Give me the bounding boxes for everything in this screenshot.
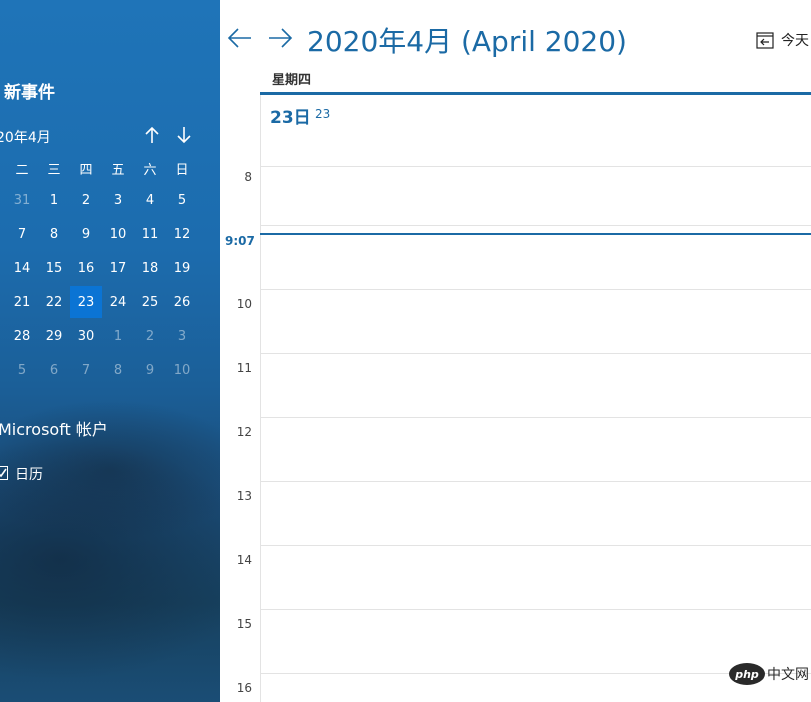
day-cell[interactable]: 10 [102,218,134,250]
day-cell[interactable]: 10 [166,354,198,386]
calendar-checkbox[interactable] [0,466,8,480]
day-cell[interactable]: 9 [134,354,166,386]
day-column-weekday: 星期四 [272,73,312,88]
day-cell[interactable]: 11 [134,218,166,250]
hour-divider [260,609,811,610]
day-cell[interactable]: 1 [38,184,70,216]
today-button-label: 今天 [781,33,809,49]
weekday-label: 日 [175,162,189,178]
calendar-today-icon [756,32,774,49]
current-time-indicator [260,233,811,235]
next-month-button[interactable] [173,124,195,146]
week-row: 14 15 16 17 18 19 [0,252,220,286]
day-cell[interactable]: 5 [166,184,198,216]
day-cell[interactable]: 31 [6,184,38,216]
day-cell[interactable]: 30 [70,320,102,352]
weekday-label: 六 [143,162,157,178]
day-cell[interactable]: 16 [70,252,102,284]
calendar-label[interactable]: 日历 [15,464,43,484]
hour-label: 11 [236,361,252,375]
hour-label: 10 [236,297,252,311]
day-cell[interactable]: 25 [134,286,166,318]
sidebar: 新事件 20年4月 二 三 四 五 六 日 31 1 2 3 4 5 7 8 9… [0,0,220,702]
mini-calendar-month-label[interactable]: 20年4月 [0,127,51,147]
day-cell[interactable]: 8 [38,218,70,250]
checkmark-icon [0,468,7,478]
hour-divider [260,353,811,354]
watermark-left-text: php [734,668,759,681]
day-cell[interactable]: 19 [166,252,198,284]
current-time-label: 9:07 [225,234,255,248]
day-cell[interactable]: 26 [166,286,198,318]
day-cell[interactable]: 3 [166,320,198,352]
day-cell[interactable]: 24 [102,286,134,318]
day-cell[interactable]: 21 [6,286,38,318]
page-title: 2020年4月 (April 2020) [307,25,627,58]
previous-month-button[interactable] [141,124,163,146]
day-cell[interactable]: 22 [38,286,70,318]
arrow-left-icon [227,28,251,48]
week-row: 5 6 7 8 9 10 [0,354,220,388]
arrow-right-icon [269,28,293,48]
day-cell[interactable]: 2 [70,184,102,216]
hour-label: 16 [236,681,252,695]
day-cell[interactable]: 4 [134,184,166,216]
hour-label: 13 [236,489,252,503]
day-cell-today[interactable]: 23 [70,286,102,318]
hour-divider [260,481,811,482]
day-cell[interactable]: 6 [38,354,70,386]
week-row: 7 8 9 10 11 12 [0,218,220,252]
next-button[interactable] [266,24,294,52]
day-header-divider [260,92,811,95]
day-cell[interactable]: 14 [6,252,38,284]
account-label[interactable]: Microsoft 帐户 [0,416,108,440]
hour-divider [260,417,811,418]
previous-button[interactable] [226,24,254,52]
day-column-date-secondary: 23 [315,107,331,121]
weekday-label: 二 [15,162,29,178]
week-row: 28 29 30 1 2 3 [0,320,220,354]
day-cell[interactable]: 5 [6,354,38,386]
hour-divider [260,166,811,167]
day-cell[interactable]: 18 [134,252,166,284]
weekday-label: 三 [47,162,61,178]
weekday-header-row: 二 三 四 五 六 日 [0,152,220,186]
day-cell[interactable]: 7 [70,354,102,386]
weekday-label: 五 [111,162,125,178]
week-row: 31 1 2 3 4 5 [0,184,220,218]
day-cell[interactable]: 2 [134,320,166,352]
day-cell[interactable]: 17 [102,252,134,284]
day-cell[interactable]: 12 [166,218,198,250]
week-row: 21 22 23 24 25 26 [0,286,220,320]
day-cell[interactable]: 8 [102,354,134,386]
day-cell[interactable]: 28 [6,320,38,352]
hour-divider [260,545,811,546]
weekday-label: 四 [79,162,93,178]
time-gutter-divider [260,95,261,702]
day-cell[interactable]: 7 [6,218,38,250]
arrow-down-icon [177,127,191,144]
day-cell[interactable]: 3 [102,184,134,216]
day-cell[interactable]: 1 [102,320,134,352]
day-cell[interactable]: 29 [38,320,70,352]
hour-label: 12 [236,425,252,439]
day-cell[interactable]: 9 [70,218,102,250]
day-column-date[interactable]: 23日 [270,103,311,128]
hour-divider [260,289,811,290]
arrow-up-icon [145,126,159,143]
day-cell[interactable]: 15 [38,252,70,284]
new-event-button[interactable]: 新事件 [4,78,55,103]
hour-divider [260,225,811,226]
hour-label: 15 [236,617,252,631]
hour-label: 14 [236,553,252,567]
day-view: 2020年4月 (April 2020) 今天 星期四 23日 23 8 9:0… [220,0,811,702]
today-button[interactable]: 今天 [756,29,809,51]
watermark-right-text: 中文网 [767,667,809,683]
php-watermark-logo: php 中文网 [729,663,809,685]
hour-label: 8 [244,170,252,184]
